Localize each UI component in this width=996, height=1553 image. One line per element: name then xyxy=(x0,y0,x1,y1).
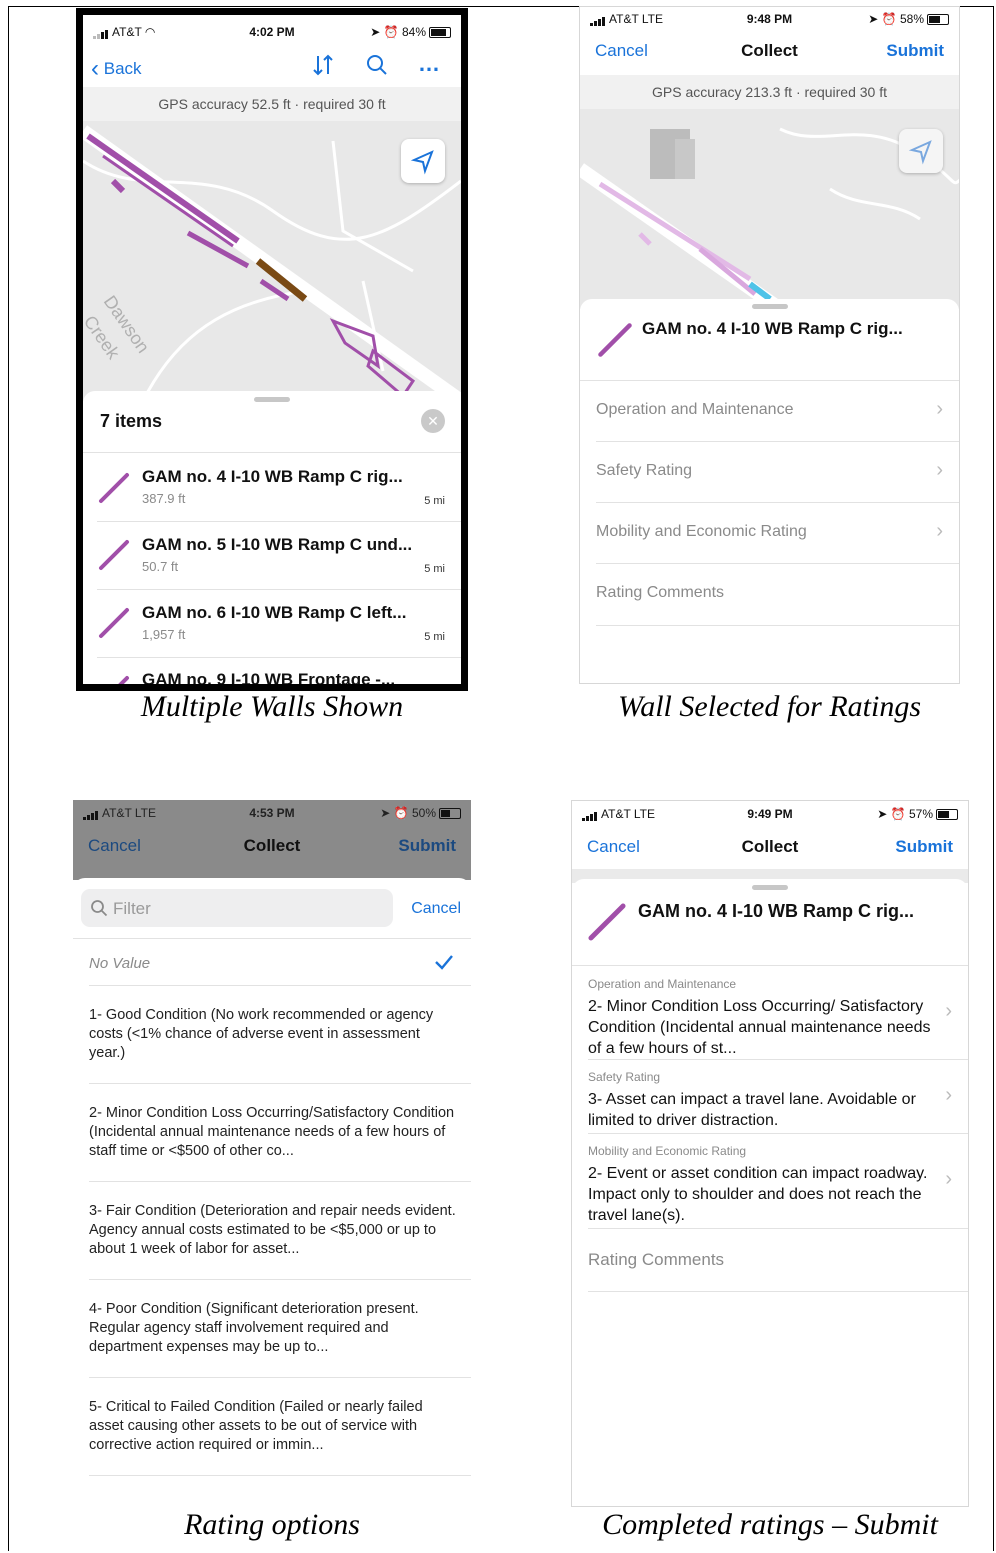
alarm-icon: ⏰ xyxy=(393,806,409,820)
panel-rating-options: AT&T LTE 4:53 PM ➤ ⏰ 50% Cancel Collect … xyxy=(73,800,471,1480)
more-icon[interactable]: … xyxy=(418,51,440,77)
location-arrow-icon: ➤ xyxy=(868,12,879,26)
chevron-right-icon: › xyxy=(936,520,943,542)
chevron-left-icon: ‹ xyxy=(91,55,99,82)
sort-icon[interactable] xyxy=(311,53,335,77)
feature-sheet: GAM no. 4 I-10 WB Ramp C rig... Operatio… xyxy=(580,299,959,683)
locate-button[interactable] xyxy=(899,129,943,173)
option-item[interactable]: 1- Good Condition (No work recommended o… xyxy=(73,986,471,1083)
nav-bar: Cancel Collect Submit xyxy=(580,31,959,71)
caption-panel4: Completed ratings – Submit xyxy=(602,1508,938,1541)
field-mobility-economic[interactable]: Mobility and Economic Rating › xyxy=(580,503,959,563)
search-icon xyxy=(91,900,108,917)
back-button[interactable]: ‹ Back xyxy=(91,55,142,83)
alarm-icon: ⏰ xyxy=(890,807,906,821)
field-rating-comments[interactable]: Rating Comments xyxy=(580,564,959,624)
feature-sheet: GAM no. 4 I-10 WB Ramp C rig... Operatio… xyxy=(572,879,968,1506)
location-arrow-icon xyxy=(410,150,434,175)
line-feature-icon xyxy=(598,323,632,357)
option-item[interactable]: 4- Poor Condition (Significant deteriora… xyxy=(73,1280,471,1377)
location-arrow-icon xyxy=(908,140,932,165)
sheet-grabber[interactable] xyxy=(752,885,788,890)
battery-percent: 84% xyxy=(401,25,426,39)
option-item[interactable]: 5- Critical to Failed Condition (Failed … xyxy=(73,1378,471,1475)
line-feature-icon xyxy=(99,540,129,570)
battery-icon xyxy=(429,27,451,39)
caption-panel1: Multiple Walls Shown xyxy=(140,690,404,723)
option-no-value[interactable]: No Value xyxy=(73,939,471,985)
panel-completed-ratings: AT&T LTE 9:49 PM ➤ ⏰ 57% Cancel Collect … xyxy=(571,800,969,1507)
map-view[interactable] xyxy=(580,109,959,309)
alarm-icon: ⏰ xyxy=(881,12,897,26)
options-sheet: Filter Cancel No Value 1- Good Condition… xyxy=(73,878,471,1480)
chevron-right-icon: › xyxy=(945,1000,952,1022)
field-safety-rating[interactable]: Safety Rating › xyxy=(580,442,959,502)
line-feature-icon xyxy=(99,608,129,638)
close-icon: ✕ xyxy=(427,413,439,429)
chevron-right-icon: › xyxy=(945,1168,952,1190)
panel-wall-selected: AT&T LTE 9:48 PM ➤ ⏰ 58% Cancel Collect … xyxy=(579,6,960,684)
list-item[interactable]: GAM no. 6 I-10 WB Ramp C left... 1,957 f… xyxy=(83,590,461,658)
battery-icon xyxy=(439,808,461,820)
sheet-grabber[interactable] xyxy=(254,397,290,402)
line-feature-icon xyxy=(118,676,129,684)
caption-panel2: Wall Selected for Ratings xyxy=(617,690,922,723)
phone-screen: AT&T ◠ 4:02 PM ➤ ⏰ 84% ‹ Back … GPS accu… xyxy=(83,15,461,684)
location-arrow-icon: ➤ xyxy=(877,807,888,821)
panel-multiple-walls: AT&T ◠ 4:02 PM ➤ ⏰ 84% ‹ Back … GPS accu… xyxy=(76,8,468,691)
nav-bar: Cancel Collect Submit xyxy=(572,827,968,867)
nav-bar: ‹ Back … xyxy=(83,45,461,85)
option-item[interactable]: 2- Minor Condition Loss Occurring/Satisf… xyxy=(73,1084,471,1181)
location-arrow-icon: ➤ xyxy=(370,25,381,39)
feature-title: GAM no. 4 I-10 WB Ramp C rig... xyxy=(638,901,915,921)
option-item[interactable]: 3- Fair Condition (Deterioration and rep… xyxy=(73,1182,471,1279)
submit-button[interactable]: Submit xyxy=(895,837,953,857)
field-operation-maintenance[interactable]: Operation and Maintenance › xyxy=(580,381,959,441)
filter-cancel-button[interactable]: Cancel xyxy=(411,900,461,918)
nav-bar: Cancel Collect Submit xyxy=(73,826,471,866)
gps-accuracy-bar: GPS accuracy 213.3 ft · required 30 ft xyxy=(580,75,959,109)
filter-input[interactable]: Filter xyxy=(81,889,393,927)
sheet-grabber[interactable] xyxy=(751,304,788,309)
caption-panel3: Rating options xyxy=(184,1508,360,1541)
submit-button[interactable]: Submit xyxy=(398,836,456,856)
location-arrow-icon: ➤ xyxy=(380,806,391,820)
close-button[interactable]: ✕ xyxy=(421,409,445,433)
locate-button[interactable] xyxy=(401,139,445,183)
feature-title: GAM no. 4 I-10 WB Ramp C rig... xyxy=(642,319,903,338)
submit-button[interactable]: Submit xyxy=(886,41,944,61)
battery-icon xyxy=(936,809,958,821)
alarm-icon: ⏰ xyxy=(383,25,399,39)
field-rating-comments[interactable]: Rating Comments xyxy=(572,1229,968,1291)
results-sheet: 7 items ✕ GAM no. 4 I-10 WB Ramp C rig..… xyxy=(83,391,461,684)
field-mobility-economic[interactable]: Mobility and Economic Rating 2- Event or… xyxy=(572,1134,968,1228)
chevron-right-icon: › xyxy=(936,459,943,481)
chevron-right-icon: › xyxy=(945,1084,952,1106)
list-item[interactable]: GAM no. 9 I-10 WB Frontage -... xyxy=(83,658,461,684)
checkmark-icon xyxy=(435,955,453,970)
chevron-right-icon: › xyxy=(936,398,943,420)
map-view[interactable]: Dawson Creek xyxy=(83,121,461,401)
status-bar: AT&T ◠ 4:02 PM ➤ ⏰ 84% xyxy=(83,15,461,49)
gps-accuracy-bar: GPS accuracy 52.5 ft · required 30 ft xyxy=(83,87,461,121)
search-icon[interactable] xyxy=(365,53,389,77)
line-feature-icon xyxy=(99,473,129,503)
battery-icon xyxy=(927,14,949,26)
list-item[interactable]: GAM no. 4 I-10 WB Ramp C rig... 387.9 ft… xyxy=(83,453,461,521)
field-operation-maintenance[interactable]: Operation and Maintenance 2- Minor Condi… xyxy=(572,966,968,1059)
field-safety-rating[interactable]: Safety Rating 3- Asset can impact a trav… xyxy=(572,1060,968,1133)
line-feature-icon xyxy=(588,903,626,941)
items-count: 7 items xyxy=(100,411,163,431)
list-item[interactable]: GAM no. 5 I-10 WB Ramp C und... 50.7 ft … xyxy=(83,522,461,590)
